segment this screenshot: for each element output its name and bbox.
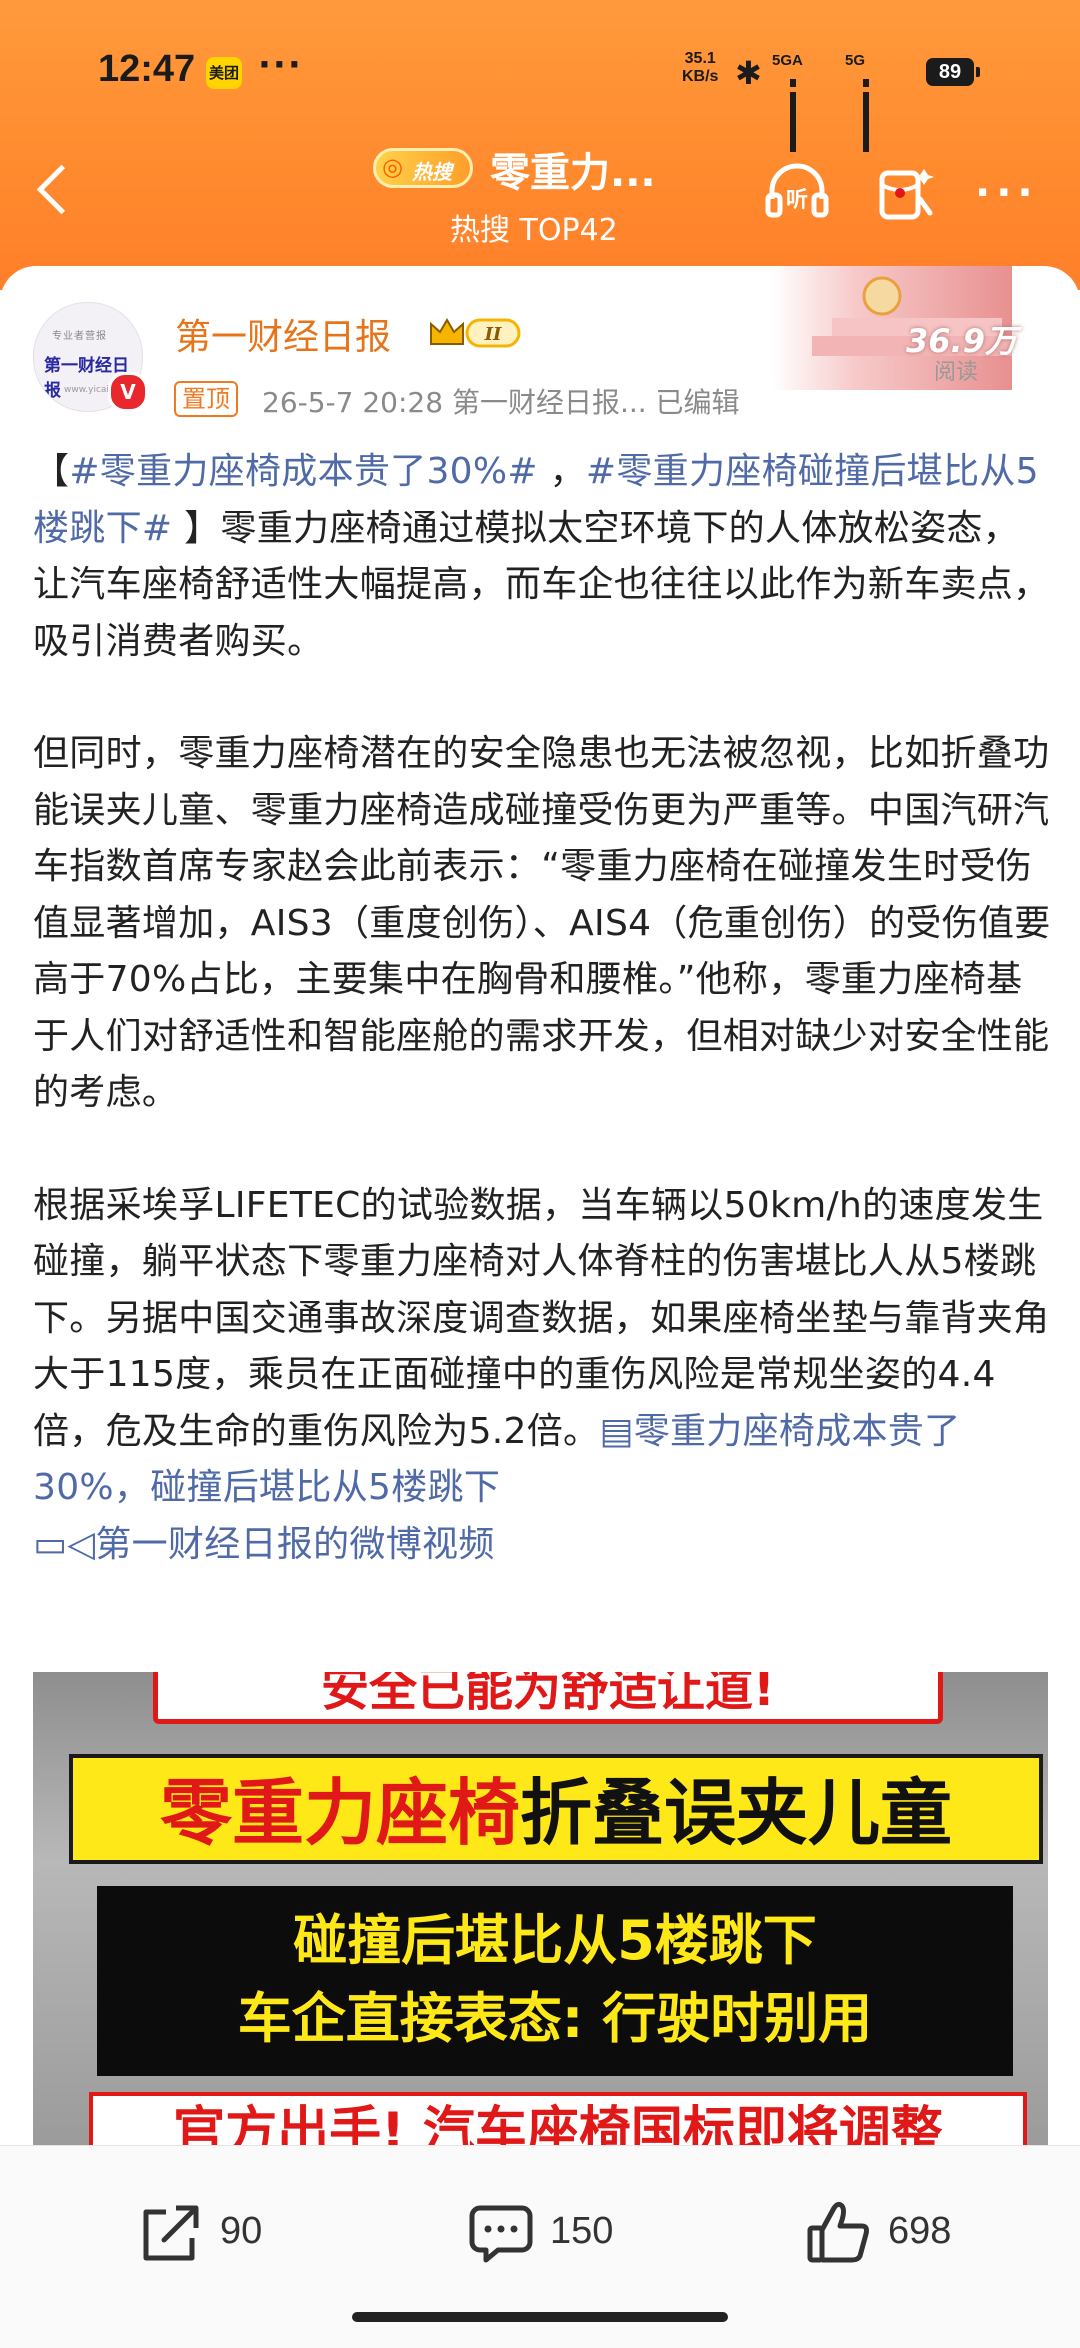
repost-icon — [143, 2205, 199, 2261]
thumbs-up-icon — [807, 2201, 869, 2263]
article-icon: ▤ — [599, 1410, 634, 1452]
video-link[interactable]: ▭◁第一财经日报的微博视频 — [33, 1517, 1053, 1574]
status-bar: 12:47 美团 ··· 35.1 KB/s ✱ 5GA 5G 89 — [0, 40, 1080, 152]
paragraph-2: 但同时，零重力座椅潜在的安全隐患也无法被忽视，比如折叠功能误夹儿童、零重力座椅造… — [33, 733, 1051, 1113]
svg-text:听: 听 — [786, 188, 808, 213]
home-indicator[interactable] — [352, 2312, 728, 2322]
search-icon: ◎ — [382, 153, 403, 181]
more-options-icon[interactable]: ··· — [975, 170, 1039, 216]
video-caption-4: 官方出手! 汽车座椅国标即将调整 — [89, 2092, 1027, 2146]
topic-link-1[interactable]: #零重力座椅成本贵了30%# — [69, 451, 538, 492]
hot-rank-subtitle: 热搜 TOP42 — [450, 213, 618, 248]
paragraph-3: 根据采埃孚LIFETEC的试验数据，当车辆以50km/h的速度发生碰撞，躺平状态… — [33, 1184, 1050, 1509]
battery-icon: 89 — [926, 58, 980, 86]
read-label: 阅读 — [934, 360, 979, 385]
hot-search-badge: ◎ 热搜 — [373, 148, 473, 188]
action-bar: 90 150 698 — [0, 2145, 1080, 2348]
video-camera-icon: ▭◁ — [33, 1523, 96, 1565]
author-name[interactable]: 第一财经日报 — [175, 308, 391, 360]
video-caption-2: 零重力座椅折叠误夹儿童 — [69, 1754, 1043, 1864]
post-card: 36.9万 阅读 专业者营报 第一财经日报 www.yicai.com V 第一… — [0, 266, 1080, 2146]
network-speed: 35.1 KB/s — [682, 50, 719, 85]
member-crown-badge-icon[interactable]: II — [427, 314, 527, 350]
svg-text:II: II — [484, 324, 502, 345]
post-body: 【#零重力座椅成本贵了30%# ，#零重力座椅碰撞后堪比从5楼跳下# 】零重力座… — [33, 444, 1053, 1573]
post-meta: 26-5-7 20:28 第一财经日报... 已编辑 — [262, 386, 740, 419]
pinned-tag: 置顶 — [174, 381, 238, 417]
status-time: 12:47 — [98, 48, 196, 90]
paragraph-1: 【#零重力座椅成本贵了30%# ，#零重力座椅碰撞后堪比从5楼跳下# 】零重力座… — [33, 451, 1050, 662]
comment-icon — [469, 2205, 533, 2263]
video-caption-1: 安全已能为舒适让道! — [153, 1672, 943, 1724]
top-header: 12:47 美团 ··· 35.1 KB/s ✱ 5GA 5G 89 ◎ 热搜 … — [0, 0, 1080, 290]
back-button[interactable] — [30, 160, 80, 220]
listen-headphones-icon[interactable]: 听 — [762, 155, 832, 225]
video-thumbnail[interactable]: 安全已能为舒适让道! 零重力座椅折叠误夹儿童 碰撞后堪比从5楼跳下 车企直接表态… — [33, 1672, 1048, 2146]
video-caption-3: 碰撞后堪比从5楼跳下 车企直接表态: 行驶时别用 — [97, 1886, 1013, 2076]
more-notifications-icon: ··· — [258, 45, 303, 85]
meituan-notification-icon: 美团 — [206, 57, 242, 89]
page-title[interactable]: 零重力... — [490, 140, 656, 198]
red-packet-icon[interactable] — [872, 155, 942, 225]
bluetooth-icon: ✱ — [735, 54, 762, 92]
verified-badge-icon: V — [108, 372, 148, 412]
